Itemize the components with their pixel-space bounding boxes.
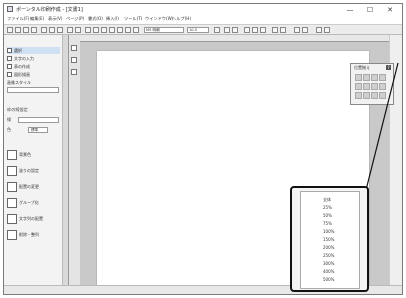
zoom-options-list: 全体 25% 50% 75% 100% 150% 200% 250% 300% … [300, 191, 360, 289]
zoom-option[interactable]: 100% [323, 229, 334, 234]
zoom-options-callout: 全体 25% 50% 75% 100% 150% 200% 250% 300% … [290, 186, 369, 292]
zoom-option[interactable]: 250% [323, 253, 334, 258]
zoom-option[interactable]: 200% [323, 245, 334, 250]
zoom-option[interactable]: 300% [323, 261, 334, 266]
zoom-option[interactable]: 500% [323, 277, 334, 282]
zoom-option[interactable]: 25% [323, 205, 332, 210]
zoom-option[interactable]: 全体 [323, 197, 331, 203]
zoom-option[interactable]: 50% [323, 213, 332, 218]
zoom-option[interactable]: 75% [323, 221, 332, 226]
zoom-option[interactable]: 150% [323, 237, 334, 242]
zoom-option[interactable]: 400% [323, 269, 334, 274]
